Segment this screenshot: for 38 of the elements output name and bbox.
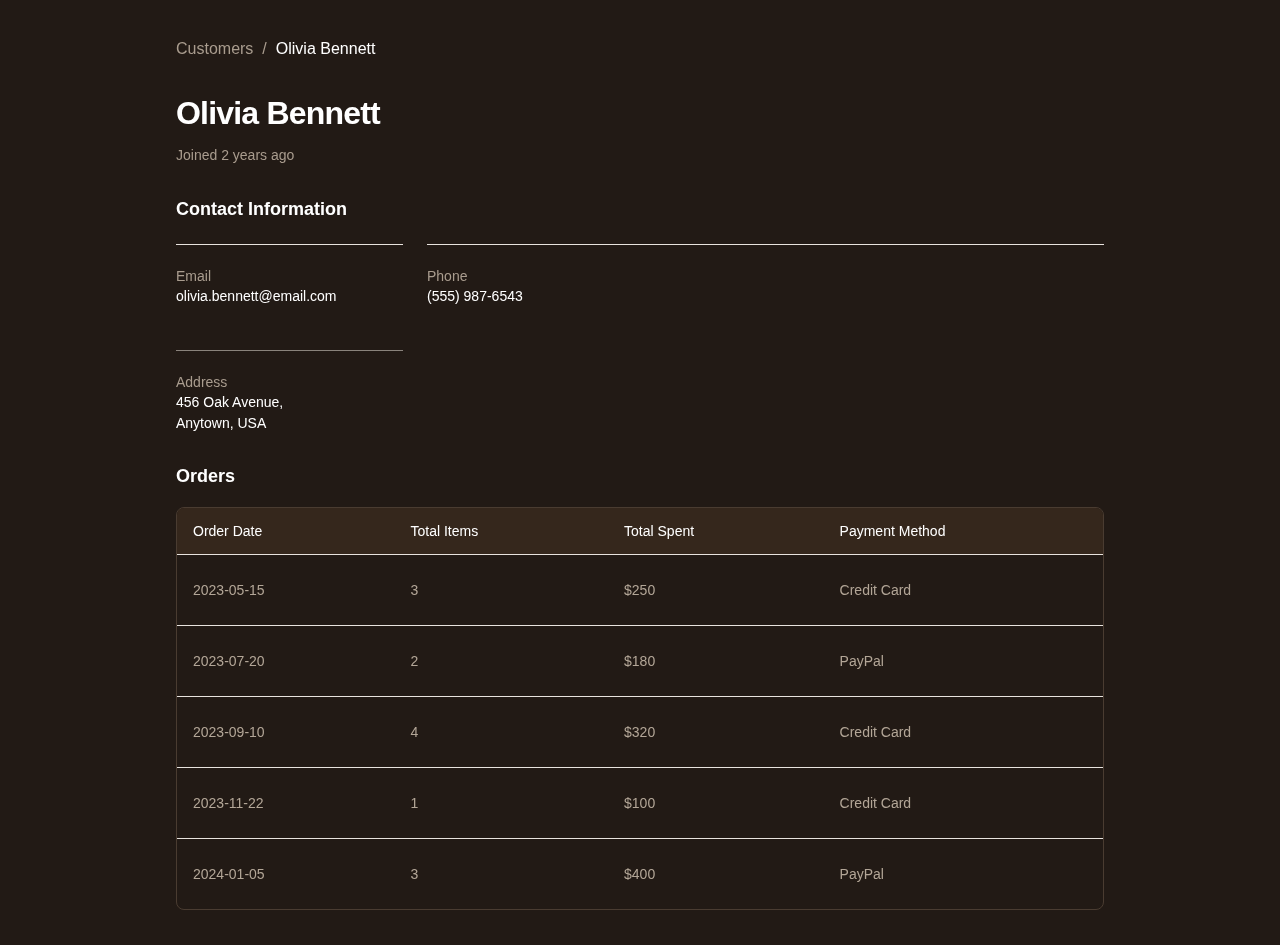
table-cell: PayPal (823, 838, 1103, 909)
column-header: Payment Method (823, 508, 1103, 554)
breadcrumb-link[interactable]: Customers (176, 37, 254, 61)
table-cell: $180 (608, 625, 824, 696)
table-cell: Credit Card (823, 767, 1103, 838)
table-cell: PayPal (823, 625, 1103, 696)
table-cell: 2023-05-15 (177, 554, 395, 625)
table-cell: 2023-11-22 (177, 767, 395, 838)
table-cell: Credit Card (823, 696, 1103, 767)
breadcrumb-separator: / (262, 39, 267, 59)
section-heading: Orders (176, 465, 237, 488)
table-cell: 2 (394, 625, 609, 696)
table-cell: $100 (608, 767, 824, 838)
field-value: Anytown, USA (176, 414, 268, 433)
field-value: 456 Oak Avenue, (176, 393, 285, 412)
breadcrumb-current: Olivia Bennett (275, 39, 376, 59)
table-cell: 4 (394, 696, 609, 767)
column-header: Order Date (177, 508, 395, 554)
table-cell: 1 (394, 767, 609, 838)
table-cell: 2024-01-05 (177, 838, 395, 909)
table-cell: 3 (394, 838, 609, 909)
joined-text: Joined 2 years ago (176, 146, 296, 165)
field-value: olivia.bennett@email.com (176, 287, 338, 306)
field-label: Phone (427, 267, 469, 286)
section-heading: Contact Information (176, 198, 348, 221)
field-label: Address (176, 373, 229, 392)
column-header: Total Items (394, 508, 609, 554)
column-header: Total Spent (608, 508, 824, 554)
field-value: (555) 987-6543 (427, 287, 524, 306)
table-cell: 3 (394, 554, 609, 625)
table-cell: $400 (608, 838, 824, 909)
table-cell: 2023-09-10 (177, 696, 395, 767)
table-cell: $250 (608, 554, 824, 625)
field-label: Email (176, 267, 212, 286)
customer-name: Olivia Bennett (176, 94, 382, 133)
table-cell: $320 (608, 696, 824, 767)
table-cell: 2023-07-20 (177, 625, 395, 696)
table-cell: Credit Card (823, 554, 1103, 625)
